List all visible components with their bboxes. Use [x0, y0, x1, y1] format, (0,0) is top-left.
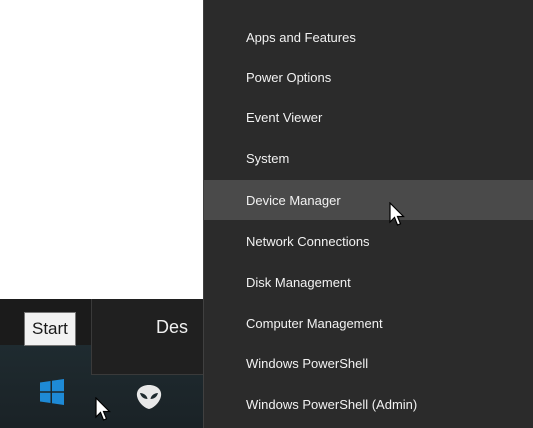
menu-item-label: System	[246, 150, 290, 166]
menu-item-device-manager[interactable]: Device Manager	[204, 180, 533, 220]
start-button[interactable]	[32, 372, 72, 412]
menu-item-label: Windows PowerShell	[246, 355, 369, 371]
alien-icon[interactable]	[134, 383, 164, 411]
menu-item-power-options[interactable]: Power Options	[204, 57, 533, 97]
menu-item-disk-management[interactable]: Disk Management	[204, 262, 533, 302]
menu-item-label: Windows PowerShell (Admin)	[246, 396, 418, 412]
desktop-screen: Des Start Apps and Features Power Option…	[0, 0, 533, 428]
menu-item-network-connections[interactable]: Network Connections	[204, 221, 533, 261]
menu-item-apps-and-features[interactable]: Apps and Features	[204, 17, 533, 57]
menu-item-label: Power Options	[246, 69, 332, 85]
menu-item-event-viewer[interactable]: Event Viewer	[204, 97, 533, 137]
menu-item-system[interactable]: System	[204, 138, 533, 178]
start-tooltip-text: Start	[32, 319, 68, 338]
menu-item-label: Apps and Features	[246, 29, 356, 45]
mouse-cursor-icon	[95, 397, 111, 421]
menu-item-label: Event Viewer	[246, 109, 323, 125]
start-tooltip: Start	[24, 312, 76, 346]
menu-item-computer-management[interactable]: Computer Management	[204, 303, 533, 343]
menu-item-label: Device Manager	[246, 192, 341, 208]
menu-item-windows-powershell-admin[interactable]: Windows PowerShell (Admin)	[204, 384, 533, 424]
mouse-cursor-icon	[389, 202, 405, 226]
menu-item-label: Disk Management	[246, 274, 351, 290]
background-panel-label: Des	[156, 317, 189, 337]
menu-item-windows-powershell[interactable]: Windows PowerShell	[204, 343, 533, 383]
power-user-menu: Apps and Features Power Options Event Vi…	[203, 0, 533, 428]
menu-item-label: Computer Management	[246, 315, 383, 331]
windows-logo-icon	[40, 379, 64, 405]
menu-item-label: Network Connections	[246, 233, 370, 249]
background-window-panel: Des	[91, 299, 203, 375]
